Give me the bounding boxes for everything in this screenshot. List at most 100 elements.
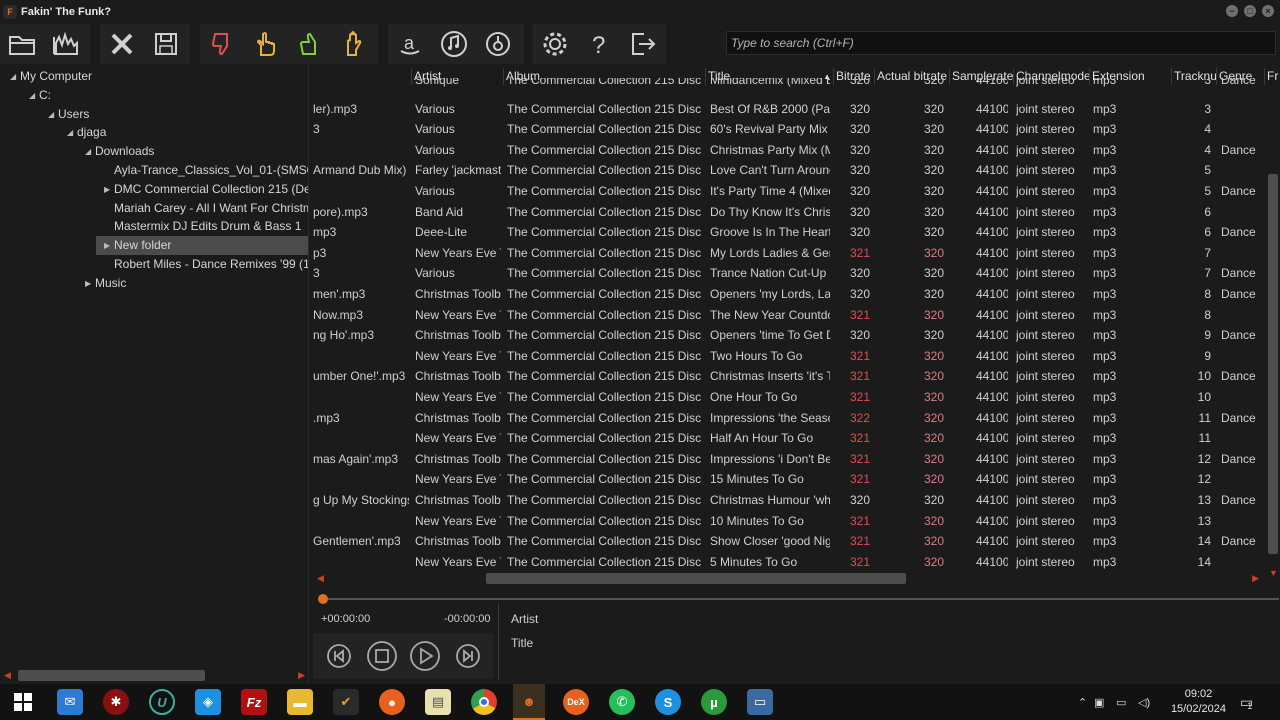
scroll-left-icon[interactable]: ◀ <box>317 573 324 584</box>
table-row[interactable]: p3 New Years Eve Tc The Commercial Collect… <box>313 243 1263 263</box>
next-button[interactable] <box>450 638 486 674</box>
scroll-right-icon[interactable]: ▶ <box>1252 573 1259 584</box>
maximize-button[interactable]: □ <box>1244 5 1256 17</box>
mail-icon[interactable]: ✉ <box>57 689 83 715</box>
table-vertical-scrollbar[interactable]: ▼ <box>1266 74 1280 578</box>
skype-icon[interactable]: S <box>655 689 681 715</box>
table-row[interactable]: Various The Commercial Collection 215 Dis… <box>313 181 1263 201</box>
device-icon[interactable]: ▣ <box>1094 696 1116 709</box>
table-row[interactable]: ng Ho'.mp3 Christmas Toolbc The Commercial… <box>313 325 1263 345</box>
search-input[interactable] <box>727 32 1275 54</box>
table-row[interactable]: Various The Commercial Collection 215 Dis… <box>313 140 1263 160</box>
network-icon[interactable]: ▭ <box>1116 696 1138 709</box>
tree-item[interactable]: ◢ Users <box>0 105 308 124</box>
whatsapp-icon[interactable]: ✆ <box>609 689 635 715</box>
taskbar-clock[interactable]: 09:02 15/02/2024 <box>1171 687 1226 717</box>
scroll-down-icon[interactable]: ▼ <box>1269 568 1278 578</box>
beatport-button[interactable] <box>476 24 520 64</box>
stop-button[interactable] <box>364 638 400 674</box>
scroll-thumb[interactable] <box>486 573 906 584</box>
mark-unknown-button[interactable] <box>332 24 376 64</box>
tree-item[interactable]: ▶ DMC Commercial Collection 215 (December… <box>0 180 308 199</box>
mark-fake-button[interactable] <box>200 24 244 64</box>
chrome-icon[interactable] <box>471 689 497 715</box>
amazon-button[interactable]: a <box>388 24 432 64</box>
help-button[interactable]: ? <box>577 24 621 64</box>
table-row[interactable]: .mp3 Christmas Toolbc The Commercial Colle… <box>313 408 1263 428</box>
dex-icon[interactable]: DeX <box>563 689 589 715</box>
table-row[interactable]: 3 Various The Commercial Collection 215 Di… <box>313 263 1263 283</box>
collapse-arrow-icon[interactable]: ◢ <box>29 86 35 105</box>
tree-item[interactable]: ◢ C: <box>0 86 308 105</box>
start-button[interactable] <box>10 689 36 715</box>
upwork-icon[interactable]: U <box>149 689 175 715</box>
analyze-button[interactable] <box>44 24 88 64</box>
table-row[interactable]: New Years Eve Tc The Commercial Collectio… <box>313 428 1263 448</box>
previous-button[interactable] <box>321 638 357 674</box>
table-row[interactable]: men'.mp3 Christmas Toolbc The Commercial C… <box>313 284 1263 304</box>
table-row[interactable]: Armand Dub Mix) Farley 'jackmaster The Com… <box>313 160 1263 180</box>
table-row[interactable]: mp3 Deee-Lite The Commercial Collection 21… <box>313 222 1263 242</box>
tree-item[interactable]: Robert Miles - Dance Remixes '99 (1999) <box>0 255 308 274</box>
table-row[interactable]: g Up My Stockings Christmas Toolbc The Com… <box>313 490 1263 510</box>
settings-button[interactable] <box>533 24 577 64</box>
chevron-up-icon[interactable]: ⌃ <box>1078 696 1094 709</box>
tree-item[interactable]: Mariah Carey - All I Want For Christmas … <box>0 199 308 218</box>
filezilla-icon[interactable]: Fz <box>241 689 267 715</box>
tree-horizontal-scrollbar[interactable]: ◀ ▶ <box>0 667 308 684</box>
tree-item[interactable]: ▶ Music <box>0 274 308 293</box>
save-button[interactable] <box>144 24 188 64</box>
app-check-icon[interactable]: ✔ <box>333 689 359 715</box>
seek-bar[interactable] <box>319 598 1279 600</box>
tree-item[interactable]: Ayla-Trance_Classics_Vol_01-(SMS005)-WEB… <box>0 161 308 180</box>
scroll-right-icon[interactable]: ▶ <box>298 670 305 681</box>
collapse-arrow-icon[interactable]: ◢ <box>10 67 16 86</box>
fakin-the-funk-icon[interactable]: ☻ <box>513 684 545 720</box>
itunes-button[interactable] <box>432 24 476 64</box>
table-row[interactable]: New Years Eve Tc The Commercial Collectio… <box>313 387 1263 407</box>
notifications-button[interactable]: ▭ 1 <box>1240 684 1253 720</box>
scroll-left-icon[interactable]: ◀ <box>4 670 11 681</box>
folder-open-button[interactable] <box>0 24 44 64</box>
table-row[interactable]: Sonique The Commercial Collection 215 Dis… <box>313 78 1263 90</box>
table-horizontal-scrollbar[interactable]: ◀ ▶ <box>313 570 1263 587</box>
play-button[interactable] <box>407 638 443 674</box>
table-row[interactable]: mas Again'.mp3 Christmas Toolbc The Commer… <box>313 449 1263 469</box>
seek-knob[interactable] <box>318 594 328 604</box>
red-app-icon[interactable]: ✱ <box>103 689 129 715</box>
utorrent-icon[interactable]: µ <box>701 689 727 715</box>
expand-arrow-icon[interactable]: ▶ <box>85 274 91 293</box>
table-row[interactable]: ler).mp3 Various The Commercial Collection… <box>313 99 1263 119</box>
edge-app-icon[interactable]: ◈ <box>195 689 221 715</box>
minimize-button[interactable]: − <box>1226 5 1238 17</box>
collapse-arrow-icon[interactable]: ◢ <box>85 142 91 161</box>
expand-arrow-icon[interactable]: ▶ <box>104 236 110 255</box>
table-row[interactable]: New Years Eve Tc The Commercial Collectio… <box>313 469 1263 489</box>
tree-item[interactable]: Mastermix DJ Edits Drum & Bass 1 <box>0 217 308 236</box>
tree-item[interactable]: ◢ djaga <box>0 123 308 142</box>
table-row[interactable]: New Years Eve Tc The Commercial Collectio… <box>313 511 1263 531</box>
file-explorer-icon[interactable]: ▬ <box>287 689 313 715</box>
table-row[interactable]: Now.mp3 New Years Eve Tc The Commercial Co… <box>313 305 1263 325</box>
scroll-thumb[interactable] <box>18 670 205 681</box>
scroll-thumb[interactable] <box>1268 174 1278 554</box>
tree-item[interactable]: ◢ My Computer <box>0 67 308 86</box>
monitor-app-icon[interactable]: ▭ <box>747 689 773 715</box>
exit-button[interactable] <box>621 24 665 64</box>
table-row[interactable]: Gentlemen'.mp3 Christmas Toolbc The Commer… <box>313 531 1263 551</box>
close-button[interactable]: × <box>1262 5 1274 17</box>
remove-button[interactable] <box>100 24 144 64</box>
table-row[interactable]: umber One!'.mp3 Christmas Toolbc The Comme… <box>313 366 1263 386</box>
table-row[interactable]: pore).mp3 Band Aid The Commercial Collecti… <box>313 202 1263 222</box>
tree-item[interactable]: ▶ New folder <box>96 236 308 256</box>
table-row[interactable]: New Years Eve Tc The Commercial Collectio… <box>313 346 1263 366</box>
collapse-arrow-icon[interactable]: ◢ <box>48 105 54 124</box>
firefox-icon[interactable]: ● <box>379 689 405 715</box>
table-row[interactable]: New Years Eve Tc The Commercial Collectio… <box>313 552 1263 572</box>
mark-suspicious-button[interactable] <box>244 24 288 64</box>
tree-item[interactable]: ◢ Downloads <box>0 142 308 161</box>
expand-arrow-icon[interactable]: ▶ <box>104 180 110 199</box>
collapse-arrow-icon[interactable]: ◢ <box>67 123 73 142</box>
volume-icon[interactable]: ◁) <box>1138 696 1160 709</box>
table-row[interactable]: 3 Various The Commercial Collection 215 Di… <box>313 119 1263 139</box>
